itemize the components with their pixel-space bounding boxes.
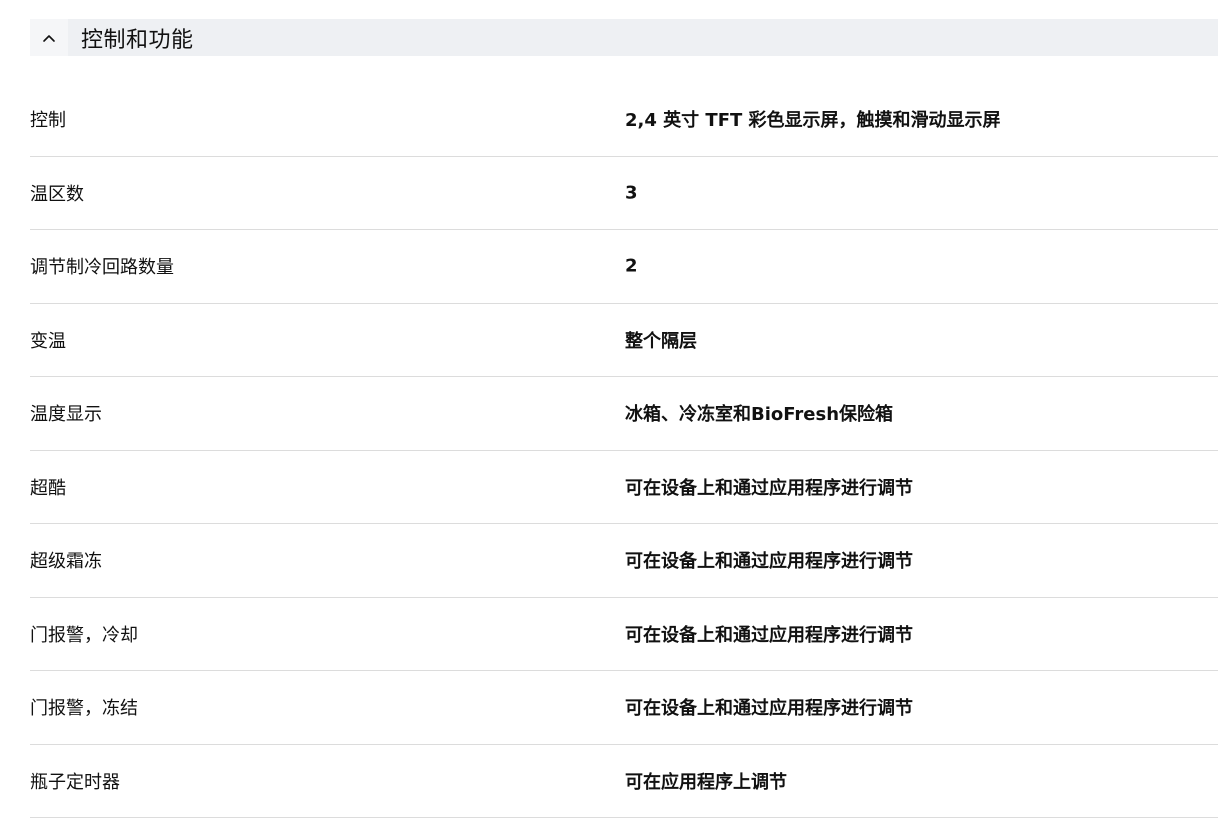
spec-row: 瓶子定时器 可在应用程序上调节 (30, 745, 1218, 818)
spec-value: 冰箱、冷冻室和BioFresh保险箱 (625, 404, 894, 426)
spec-value: 可在设备上和通过应用程序进行调节 (625, 551, 913, 573)
spec-value: 整个隔层 (625, 330, 697, 352)
spec-value: 3 (625, 182, 638, 204)
spec-value: 可在设备上和通过应用程序进行调节 (625, 477, 913, 499)
collapse-toggle[interactable] (30, 19, 68, 56)
spec-label: 超级霜冻 (30, 551, 102, 573)
spec-value: 可在设备上和通过应用程序进行调节 (625, 698, 913, 720)
spec-row: 控制 2,4 英寸 TFT 彩色显示屏，触摸和滑动显示屏 (30, 83, 1218, 157)
spec-row: 温度显示 冰箱、冷冻室和BioFresh保险箱 (30, 377, 1218, 451)
spec-label: 调节制冷回路数量 (30, 257, 174, 279)
spec-label: 瓶子定时器 (30, 771, 120, 793)
chevron-up-icon (43, 34, 55, 42)
spec-label: 温区数 (30, 183, 84, 205)
spec-value: 2,4 英寸 TFT 彩色显示屏，触摸和滑动显示屏 (625, 110, 1001, 132)
spec-label: 控制 (30, 110, 66, 132)
spec-row: 调节制冷回路数量 2 (30, 230, 1218, 304)
spec-value: 可在应用程序上调节 (625, 771, 787, 793)
spec-row: 门报警，冻结 可在设备上和通过应用程序进行调节 (30, 671, 1218, 745)
spec-label: 门报警，冻结 (30, 698, 138, 720)
spec-label: 变温 (30, 330, 66, 352)
spec-value: 2 (625, 255, 638, 277)
section-title: 控制和功能 (81, 27, 194, 53)
spec-label: 温度显示 (30, 404, 102, 426)
spec-row: 温区数 3 (30, 157, 1218, 230)
section-header-controls[interactable]: 控制和功能 (30, 19, 1218, 56)
spec-label: 超酷 (30, 477, 66, 499)
spec-row: 门报警，冷却 可在设备上和通过应用程序进行调节 (30, 598, 1218, 671)
spec-list: 控制 2,4 英寸 TFT 彩色显示屏，触摸和滑动显示屏 温区数 3 调节制冷回… (30, 83, 1218, 818)
spec-row: 变温 整个隔层 (30, 304, 1218, 377)
spec-row: 超酷 可在设备上和通过应用程序进行调节 (30, 451, 1218, 524)
spec-row: 超级霜冻 可在设备上和通过应用程序进行调节 (30, 524, 1218, 598)
page: 控制和功能 控制 2,4 英寸 TFT 彩色显示屏，触摸和滑动显示屏 温区数 3… (0, 0, 1231, 826)
spec-value: 可在设备上和通过应用程序进行调节 (625, 624, 913, 646)
spec-label: 门报警，冷却 (30, 624, 138, 646)
